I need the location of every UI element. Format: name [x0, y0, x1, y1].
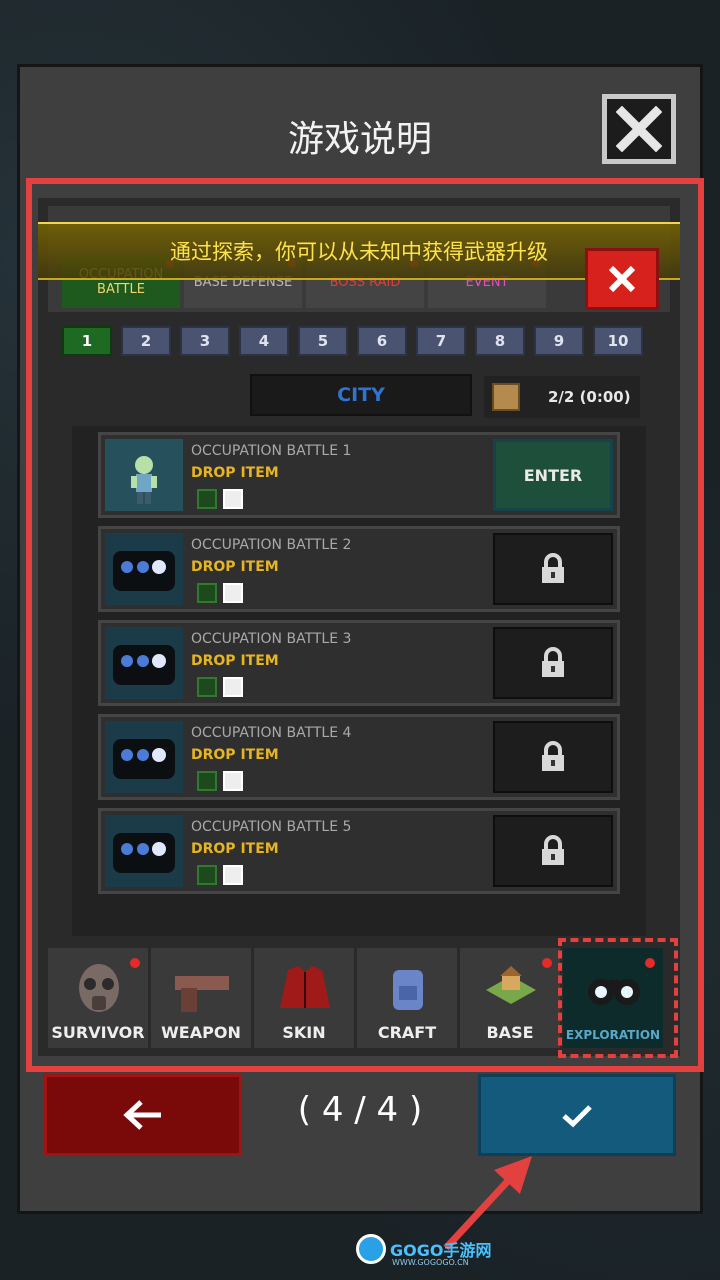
close-button[interactable]	[602, 94, 676, 164]
watermark: GOGO手游网 WWW.GOGOGO.CN	[356, 1234, 491, 1267]
page-indicator: ( 4 / 4 )	[297, 1090, 423, 1130]
arrow-left-icon	[123, 1100, 161, 1130]
confirm-button[interactable]	[478, 1074, 676, 1156]
close-icon	[616, 106, 662, 152]
watermark-logo-icon	[356, 1234, 386, 1264]
watermark-url: WWW.GOGOGO.CN	[392, 1258, 469, 1267]
previous-button[interactable]	[44, 1074, 242, 1156]
screenshot-highlight-frame	[26, 178, 704, 1072]
checkmark-icon	[562, 1105, 592, 1128]
